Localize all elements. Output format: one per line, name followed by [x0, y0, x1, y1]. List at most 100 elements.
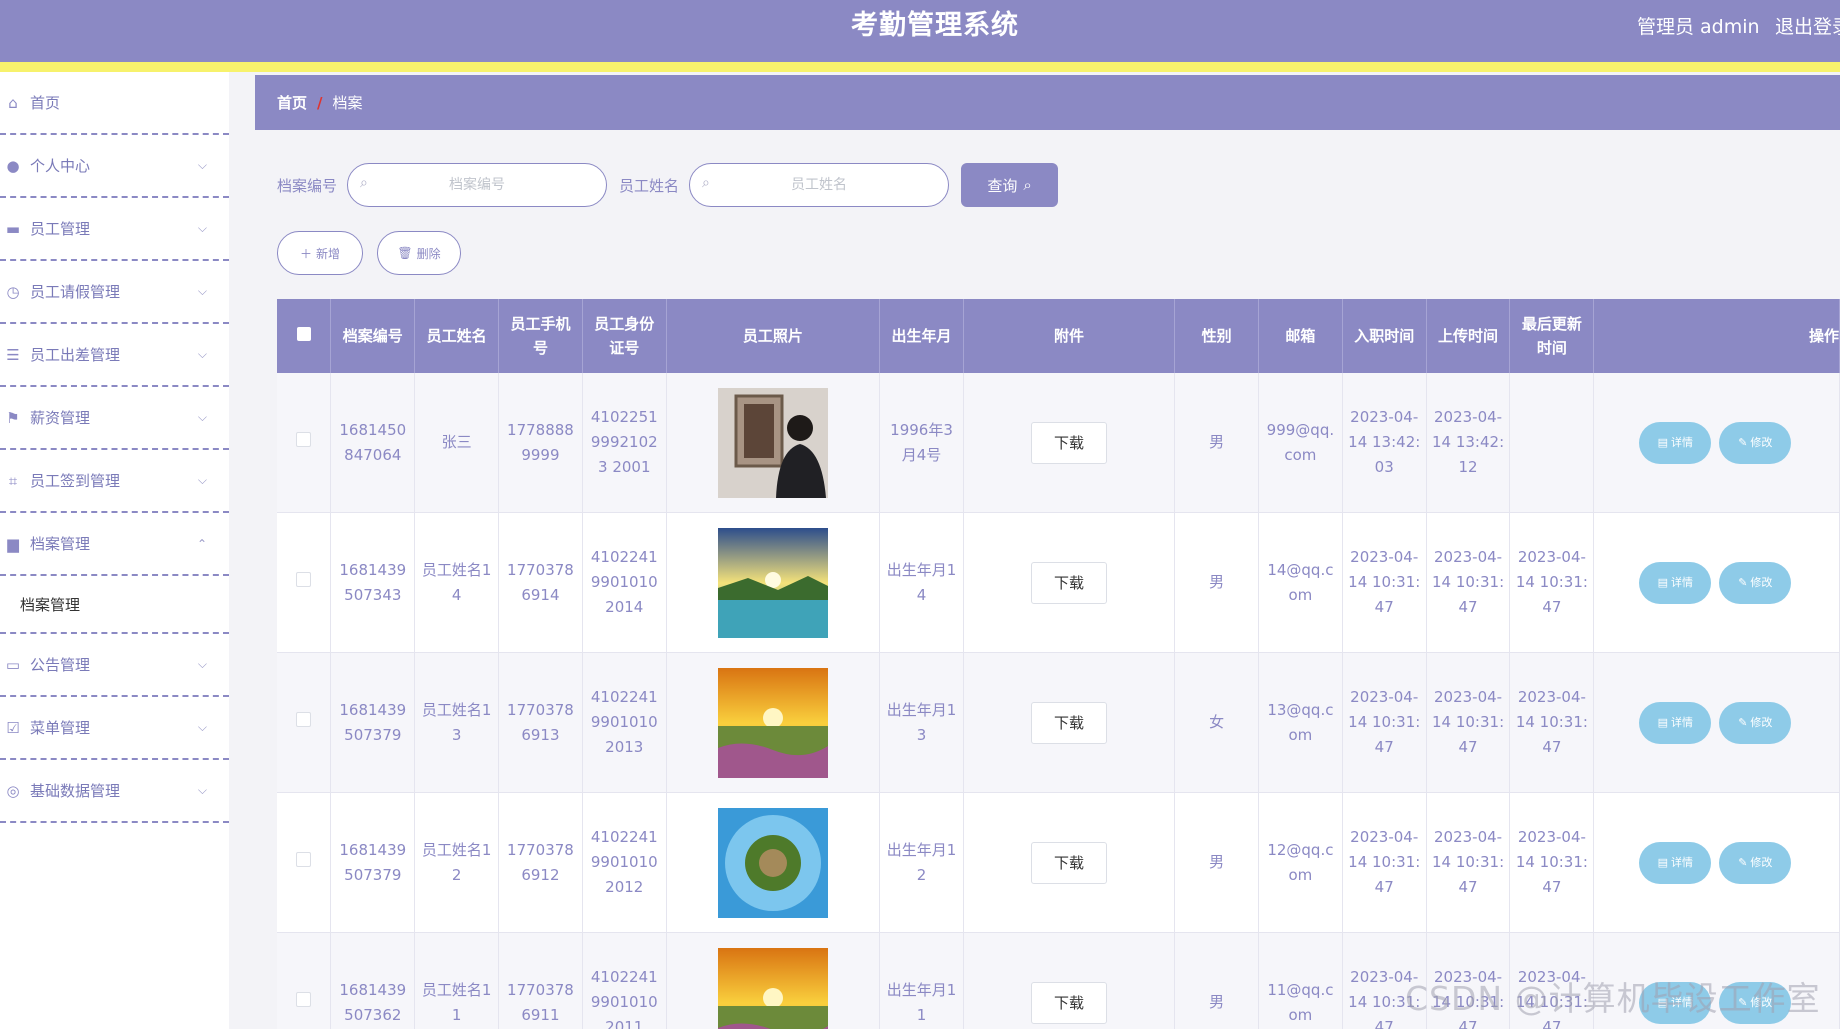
edit-icon: ✎: [1738, 436, 1748, 449]
sidebar-item-profile[interactable]: ● 个人中心 ⌵: [0, 135, 229, 198]
checklist-icon: ☑: [6, 718, 20, 737]
detail-button[interactable]: ▤ 详情: [1639, 701, 1712, 744]
sidebar-item-basic-data[interactable]: ◎ 基础数据管理 ⌵: [0, 760, 229, 823]
email-cell: 13@qq.com: [1258, 652, 1343, 793]
sidebar-item-label: 菜单管理: [30, 719, 91, 737]
table-row: 1681439507379 员工姓名13 17703786913 4102241990…: [277, 652, 1840, 793]
edit-label: 修改: [1750, 436, 1773, 449]
table-row: 1681450847064 张三 17788889999 41022519992102…: [277, 373, 1840, 513]
download-button[interactable]: 下载: [1031, 981, 1108, 1024]
chevron-down-icon: ⌵: [197, 410, 207, 424]
sidebar-item-business-trip[interactable]: ☰ 员工出差管理 ⌵: [0, 324, 229, 387]
employee-name-search-box: ⌕: [689, 163, 950, 207]
header-select-all[interactable]: [277, 299, 332, 373]
crop-icon: ⌗: [8, 471, 18, 490]
upload-time-cell: 2023-04-14 10:31:47: [1426, 652, 1511, 793]
download-button[interactable]: 下载: [1031, 561, 1108, 604]
watermark: CSDN @计算机毕设工作室: [1405, 979, 1821, 1018]
delete-button[interactable]: 🗑 删除: [377, 231, 461, 275]
row-select-cell[interactable]: [277, 512, 332, 653]
row-checkbox[interactable]: [296, 712, 312, 727]
archive-number-input[interactable]: [348, 163, 607, 207]
chevron-down-icon: ⌵: [197, 221, 207, 235]
download-button[interactable]: 下载: [1031, 701, 1108, 744]
search-icon: ⌕: [360, 175, 368, 191]
detail-button[interactable]: ▤ 详情: [1639, 841, 1712, 884]
chevron-down-icon: ⌵: [197, 657, 207, 671]
hire-time-cell: 2023-04-14 10:31:47: [1342, 792, 1427, 933]
sidebar-item-checkin[interactable]: ⌗ 员工签到管理 ⌵: [0, 450, 229, 513]
logout-link[interactable]: 退出登录: [1775, 12, 1840, 39]
row-select-cell[interactable]: [277, 932, 332, 1029]
row-select-cell[interactable]: [277, 792, 332, 933]
edit-button[interactable]: ✎ 修改: [1719, 421, 1792, 464]
row-select-cell[interactable]: [277, 652, 332, 793]
sidebar-item-employees[interactable]: ▬ 员工管理 ⌵: [0, 198, 229, 261]
detail-button[interactable]: ▤ 详情: [1639, 421, 1712, 464]
archive-table: 档案编号 员工姓名 员工手机号 员工身份证号 员工照片 出生年月 附件 性别 邮…: [277, 299, 1840, 1029]
breadcrumb-home[interactable]: 首页: [277, 92, 307, 113]
sidebar-subitem-archives[interactable]: 档案管理: [0, 576, 229, 634]
detail-button[interactable]: ▤ 详情: [1639, 561, 1712, 604]
birth-cell: 出生年月12: [879, 792, 964, 933]
column-header: 附件: [963, 299, 1176, 373]
operation-cell: ▤ 详情 ✎ 修改: [1593, 652, 1840, 793]
employee-name-input[interactable]: [690, 163, 949, 207]
column-header: 上传时间: [1426, 299, 1511, 373]
column-header: 操作: [1593, 299, 1840, 373]
sidebar-item-home[interactable]: ⌂ 首页: [0, 72, 229, 135]
employee-photo-cell: [666, 652, 881, 793]
detail-label: 详情: [1671, 856, 1693, 869]
admin-label: 管理员 admin: [1637, 16, 1760, 38]
archive-number-cell: 1681439507343: [330, 512, 416, 653]
download-button[interactable]: 下载: [1031, 421, 1108, 464]
sidebar-item-archives[interactable]: ▆ 档案管理 ⌃: [0, 513, 229, 576]
edit-icon: ✎: [1738, 856, 1748, 869]
sidebar-item-label: 员工管理: [30, 220, 91, 238]
edit-button[interactable]: ✎ 修改: [1719, 841, 1792, 884]
column-header: 出生年月: [879, 299, 964, 373]
row-checkbox[interactable]: [296, 852, 312, 867]
sidebar-item-notices[interactable]: ▭ 公告管理 ⌵: [0, 634, 229, 697]
sidebar-item-label: 首页: [30, 94, 61, 112]
row-checkbox[interactable]: [296, 992, 312, 1007]
email-cell: 12@qq.com: [1258, 792, 1343, 933]
query-label: 查询: [987, 177, 1018, 195]
hire-time-cell: 2023-04-14 10:31:47: [1342, 652, 1427, 793]
employee-phone-cell: 17703786914: [498, 512, 583, 653]
row-checkbox[interactable]: [296, 432, 312, 447]
add-label: 新增: [316, 246, 341, 261]
edit-label: 修改: [1750, 716, 1773, 729]
row-checkbox[interactable]: [296, 572, 312, 587]
employee-phone-cell: 17703786911: [498, 932, 583, 1029]
gender-cell: 男: [1174, 373, 1259, 513]
edit-button[interactable]: ✎ 修改: [1719, 561, 1792, 604]
sunset-field-photo: [717, 667, 828, 778]
archive-number-cell: 1681439507379: [330, 652, 416, 793]
sidebar-item-salary[interactable]: ⚑ 薪资管理 ⌵: [0, 387, 229, 450]
employee-photo-cell: [666, 792, 881, 933]
gender-cell: 男: [1174, 932, 1259, 1029]
download-button[interactable]: 下载: [1031, 841, 1108, 884]
employee-photo-cell: [666, 932, 881, 1029]
chevron-down-icon: ⌵: [197, 720, 207, 734]
sidebar-item-label: 员工请假管理: [30, 283, 121, 301]
breadcrumb: 首页 / 档案: [255, 75, 1840, 130]
detail-label: 详情: [1671, 716, 1693, 729]
select-all-checkbox[interactable]: [296, 327, 311, 341]
sidebar-item-label: 员工出差管理: [30, 346, 121, 364]
employee-photo-cell: [666, 512, 881, 653]
add-button[interactable]: ＋ 新增: [277, 231, 363, 275]
query-button[interactable]: 查询 ⌕: [961, 163, 1059, 207]
employee-name-cell: 员工姓名11: [414, 932, 500, 1029]
operation-cell: ▤ 详情 ✎ 修改: [1593, 792, 1840, 933]
sidebar-item-label: 员工签到管理: [30, 472, 121, 490]
edit-label: 修改: [1750, 576, 1773, 589]
attachment-cell: 下载: [963, 512, 1176, 653]
sidebar-item-menus[interactable]: ☑ 菜单管理 ⌵: [0, 697, 229, 760]
employee-name-cell: 张三: [414, 373, 500, 513]
chevron-down-icon: ⌵: [197, 473, 207, 487]
row-select-cell[interactable]: [277, 373, 332, 513]
edit-button[interactable]: ✎ 修改: [1719, 701, 1792, 744]
sidebar-item-leave[interactable]: ◷ 员工请假管理 ⌵: [0, 261, 229, 324]
